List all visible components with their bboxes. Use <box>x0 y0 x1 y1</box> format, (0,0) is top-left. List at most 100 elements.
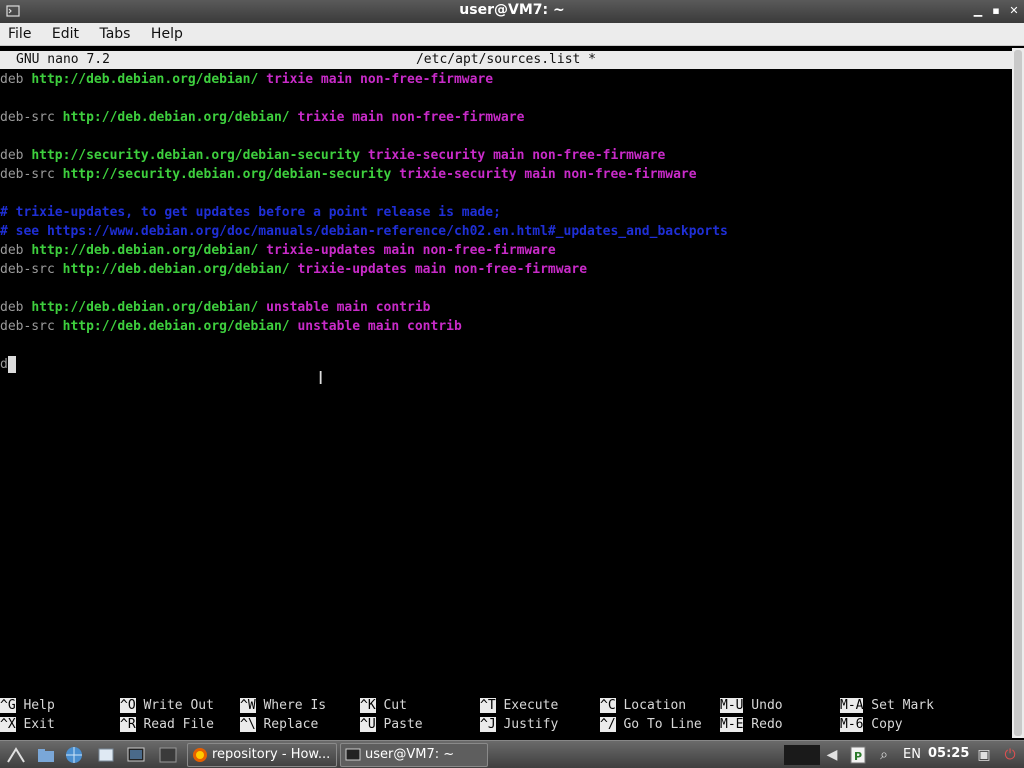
firefox-icon <box>193 748 207 762</box>
editor-line[interactable]: deb-src http://deb.debian.org/debian/ un… <box>0 317 1012 336</box>
window-title: user@VM7: ~ <box>459 2 565 18</box>
editor-line[interactable] <box>0 89 1012 108</box>
shortcut-item: ^\ Replace <box>240 715 318 734</box>
editor-line[interactable] <box>0 279 1012 298</box>
nano-shortcut-bar: ^G Help ^X Exit ^O Write Out ^R Read File ^W… <box>0 648 1012 732</box>
shortcut-label: Exit <box>15 717 55 732</box>
shortcut-label: Cut <box>375 698 407 713</box>
globe-icon[interactable] <box>64 745 84 765</box>
shortcut-key: ^J <box>480 717 496 732</box>
scrollbar-thumb[interactable] <box>1014 50 1022 736</box>
text-cursor <box>7 356 16 373</box>
shortcut-key: ^K <box>360 698 376 713</box>
shortcut-item: ^G Help <box>0 696 55 715</box>
task-browser[interactable]: repository - How... <box>187 743 337 767</box>
editor-line[interactable] <box>0 336 1012 355</box>
nano-header: GNU nano 7.2 /etc/apt/sources.list * <box>0 51 1012 69</box>
menu-tabs[interactable]: Tabs <box>91 23 138 45</box>
editor-token: deb <box>0 243 32 258</box>
editor-token: http://security.debian.org/debian-securi… <box>31 148 368 163</box>
minimize-icon[interactable]: ▁ <box>970 3 986 19</box>
folder-icon[interactable] <box>36 745 56 765</box>
shortcut-key: M-E <box>720 717 744 732</box>
editor-line[interactable]: deb http://deb.debian.org/debian/ trixie… <box>0 70 1012 89</box>
show-desktop-icon[interactable] <box>158 745 178 765</box>
shortcut-label: Undo <box>743 698 783 713</box>
menu-bar: File Edit Tabs Help <box>0 23 1024 46</box>
terminal-scrollbar[interactable] <box>1012 48 1024 738</box>
editor-token: deb <box>0 148 32 163</box>
editor-token: http://deb.debian.org/debian/ <box>62 319 298 334</box>
shortcut-item: ^R Read File <box>120 715 214 734</box>
editor-token: deb-src <box>0 262 63 277</box>
close-icon[interactable]: ✕ <box>1006 3 1022 19</box>
shortcut-key: ^U <box>360 717 376 732</box>
editor-line[interactable]: d <box>0 355 1012 374</box>
editor-line[interactable]: # see https://www.debian.org/doc/manuals… <box>0 222 1012 241</box>
editor-line[interactable]: # trixie-updates, to get updates before … <box>0 203 1012 222</box>
editor-line[interactable]: deb-src http://deb.debian.org/debian/ tr… <box>0 260 1012 279</box>
shortcut-label: Paste <box>375 717 423 732</box>
clock[interactable]: 05:25 <box>928 746 969 761</box>
editor-line[interactable]: deb http://deb.debian.org/debian/ trixie… <box>0 241 1012 260</box>
editor-token: deb-src <box>0 110 63 125</box>
menu-file[interactable]: File <box>0 23 39 45</box>
editor-buffer[interactable]: deb http://deb.debian.org/debian/ trixie… <box>0 70 1012 374</box>
shortcut-item: ^U Paste <box>360 715 423 734</box>
shortcut-label: Location <box>615 698 687 713</box>
editor-line[interactable] <box>0 127 1012 146</box>
shortcut-item: M-U Undo <box>720 696 783 715</box>
start-menu-icon[interactable] <box>6 745 26 765</box>
terminal-launcher-icon[interactable] <box>126 745 146 765</box>
editor-token: deb <box>0 72 32 87</box>
terminal-area[interactable]: GNU nano 7.2 /etc/apt/sources.list * deb… <box>0 48 1012 738</box>
editor-line[interactable]: deb http://deb.debian.org/debian/ unstab… <box>0 298 1012 317</box>
keyboard-layout[interactable]: EN <box>903 747 921 762</box>
task-terminal[interactable]: user@VM7: ~ <box>340 743 488 767</box>
shortcut-label: Execute <box>495 698 559 713</box>
editor-line[interactable]: deb http://security.debian.org/debian-se… <box>0 146 1012 165</box>
shortcut-item: ^K Cut <box>360 696 407 715</box>
shortcut-label: Copy <box>863 717 903 732</box>
files-icon[interactable] <box>96 745 116 765</box>
power-icon[interactable]: ⏻ <box>1000 745 1020 765</box>
nano-filename: /etc/apt/sources.list * <box>415 52 596 67</box>
menu-help[interactable]: Help <box>143 23 191 45</box>
editor-line[interactable]: deb-src http://security.debian.org/debia… <box>0 165 1012 184</box>
shortcut-item: M-E Redo <box>720 715 783 734</box>
editor-token: deb <box>0 300 32 315</box>
shortcut-label: Where Is <box>255 698 327 713</box>
shortcut-label: Write Out <box>135 698 214 713</box>
maximize-icon[interactable]: ▪ <box>988 3 1004 19</box>
shortcut-key: M-6 <box>840 717 864 732</box>
screen-icon[interactable]: ▣ <box>974 745 994 765</box>
window-titlebar[interactable]: user@VM7: ~ ▁ ▪ ✕ <box>0 0 1024 23</box>
search-icon[interactable]: ⌕ <box>874 745 894 765</box>
editor-token: trixie-security main non-free-firmware <box>399 167 697 182</box>
editor-line[interactable]: deb-src http://deb.debian.org/debian/ tr… <box>0 108 1012 127</box>
editor-token: d <box>0 357 8 372</box>
editor-token: unstable main contrib <box>266 300 431 315</box>
shortcut-key: ^O <box>120 698 136 713</box>
shortcut-item: ^W Where Is <box>240 696 326 715</box>
editor-token: deb-src <box>0 167 63 182</box>
editor-line[interactable] <box>0 184 1012 203</box>
shortcut-label: Justify <box>495 717 559 732</box>
volume-icon[interactable]: ◀ <box>822 745 842 765</box>
editor-token: # trixie-updates, to get updates before … <box>0 205 501 220</box>
menu-edit[interactable]: Edit <box>44 23 87 45</box>
shortcut-label: Redo <box>743 717 783 732</box>
editor-token: http://deb.debian.org/debian/ <box>62 110 298 125</box>
shortcut-key: M-A <box>840 698 864 713</box>
editor-token: trixie-updates main non-free-firmware <box>297 262 588 277</box>
svg-text:P: P <box>854 750 862 763</box>
shortcut-item: ^C Location <box>600 696 686 715</box>
shortcut-label: Read File <box>135 717 214 732</box>
task-terminal-label: user@VM7: ~ <box>365 747 455 762</box>
clipboard-icon[interactable]: P <box>848 745 868 765</box>
editor-token: http://deb.debian.org/debian/ <box>31 300 267 315</box>
taskbar: repository - How... user@VM7: ~ ◀ P ⌕ EN… <box>0 740 1024 768</box>
shortcut-key: ^\ <box>240 717 256 732</box>
shortcut-key: ^R <box>120 717 136 732</box>
shortcut-item: ^/ Go To Line <box>600 715 702 734</box>
